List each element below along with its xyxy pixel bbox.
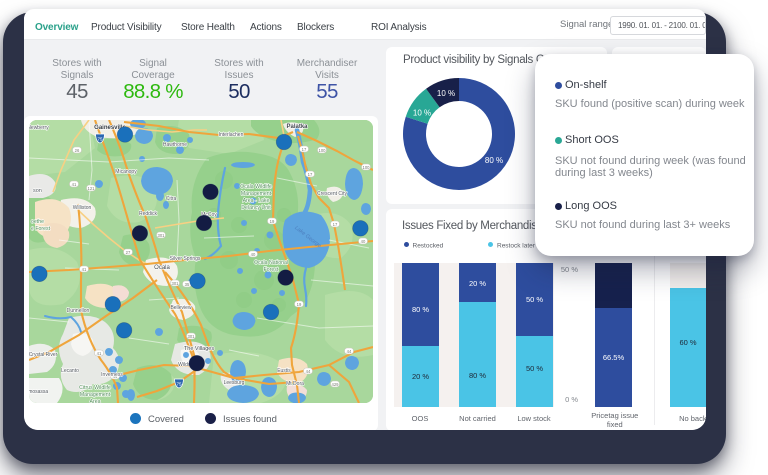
svg-text:429: 429 — [332, 382, 340, 387]
svg-text:75: 75 — [176, 382, 182, 387]
svg-text:121: 121 — [88, 186, 96, 191]
svg-text:75: 75 — [97, 137, 103, 142]
svg-text:19: 19 — [270, 219, 275, 224]
svg-text:27: 27 — [126, 250, 131, 255]
svg-text:Belleview: Belleview — [170, 305, 192, 311]
svg-text:35: 35 — [185, 282, 190, 287]
svg-text:Reddick: Reddick — [139, 211, 158, 217]
svg-text:The Villages: The Villages — [184, 346, 214, 352]
svg-text:Ocala: Ocala — [154, 265, 170, 271]
svg-text:Crystal River: Crystal River — [29, 352, 58, 358]
svg-text:17: 17 — [302, 147, 307, 152]
svg-text:Inverness: Inverness — [101, 372, 123, 378]
svg-text:Ocala National: Ocala National — [254, 260, 288, 266]
svg-text:Micanopy: Micanopy — [115, 169, 137, 175]
svg-text:Forest: Forest — [264, 267, 279, 273]
svg-text:80 %: 80 % — [485, 156, 503, 165]
svg-text:44: 44 — [347, 349, 352, 354]
svg-text:Palatka: Palatka — [286, 124, 308, 130]
svg-text:100: 100 — [319, 148, 327, 153]
svg-text:Silver Springs: Silver Springs — [170, 256, 201, 262]
svg-text:100: 100 — [363, 165, 371, 170]
svg-text:41: 41 — [72, 182, 77, 187]
svg-text:Hawthorne: Hawthorne — [163, 142, 187, 148]
svg-text:26: 26 — [75, 148, 80, 153]
svg-text:17: 17 — [333, 222, 338, 227]
svg-text:son: son — [33, 188, 42, 194]
svg-text:301: 301 — [188, 334, 196, 339]
svg-text:301: 301 — [172, 281, 180, 286]
svg-text:Williston: Williston — [73, 205, 92, 211]
svg-text:40: 40 — [251, 252, 256, 257]
svg-text:10 %: 10 % — [413, 109, 431, 118]
svg-text:Management: Management — [80, 392, 111, 398]
svg-text:10 %: 10 % — [437, 89, 455, 98]
svg-text:Eustis: Eustis — [277, 368, 291, 374]
svg-text:44: 44 — [306, 369, 311, 374]
svg-text:40: 40 — [361, 239, 366, 244]
svg-text:Interlachen: Interlachen — [219, 132, 244, 138]
svg-text:Mt Dora: Mt Dora — [286, 381, 304, 387]
svg-text:Citra: Citra — [166, 196, 177, 202]
svg-text:41: 41 — [97, 351, 102, 356]
svg-text:17: 17 — [308, 172, 313, 177]
svg-text:Lecanto: Lecanto — [61, 368, 79, 374]
svg-text:Homosassa: Homosassa — [29, 389, 48, 395]
svg-text:Newberry: Newberry — [29, 125, 49, 131]
svg-text:301: 301 — [158, 233, 166, 238]
svg-text:Area: Area — [90, 399, 101, 403]
svg-text:Crescent City: Crescent City — [317, 191, 348, 197]
svg-text:Ocala Wildlife: Ocala Wildlife — [240, 184, 272, 190]
svg-text:Leesburg: Leesburg — [224, 380, 245, 386]
svg-text:Area - Lake: Area - Lake — [243, 198, 270, 204]
svg-text:Dunnellon: Dunnellon — [67, 308, 90, 314]
svg-text:19: 19 — [297, 302, 302, 307]
svg-text:Delancy Unit: Delancy Unit — [241, 205, 271, 211]
svg-text:e Forest: e Forest — [31, 226, 51, 232]
svg-text:Citrus Wildlife: Citrus Wildlife — [79, 385, 111, 391]
svg-text:Management: Management — [241, 191, 272, 197]
svg-text:41: 41 — [82, 267, 87, 272]
svg-text:oethe: oethe — [31, 219, 44, 225]
